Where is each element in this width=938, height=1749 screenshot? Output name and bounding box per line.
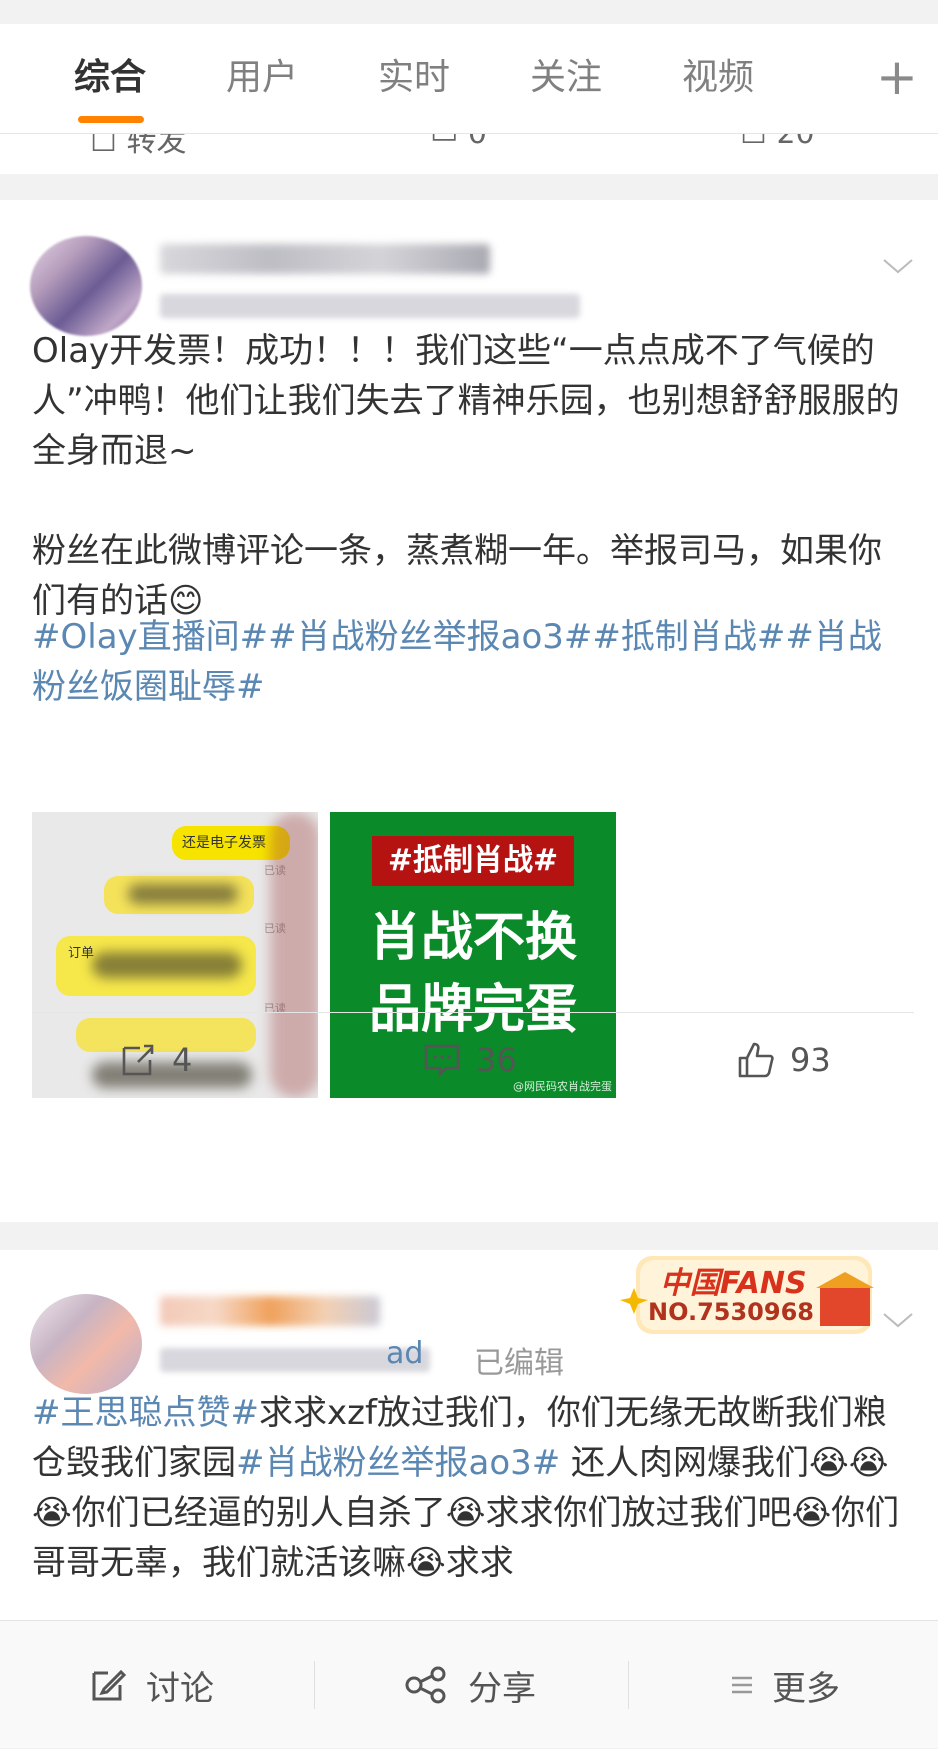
avatar[interactable] [30, 236, 142, 336]
separator [628, 1661, 629, 1709]
tab-comprehensive[interactable]: 综合 [74, 58, 146, 98]
post-card: ad 已编辑 中国FANS NO.7530968 #王思聪点赞#求求xzf放过我… [0, 1250, 938, 1620]
share-button[interactable]: 分享 [404, 1621, 536, 1749]
menu-icon [732, 1676, 752, 1694]
like-icon: ☐ [740, 134, 767, 151]
post-meta [160, 294, 580, 318]
image-line-2: 品牌完蛋 [368, 980, 577, 1040]
edited-label: 已编辑 [474, 1346, 564, 1381]
like-count: 20 [776, 134, 814, 151]
comment-count: 36 [476, 1041, 517, 1079]
image-line-1: 肖战不换 [368, 908, 577, 968]
post-source: ad [386, 1336, 424, 1371]
china-fans-badge[interactable]: 中国FANS NO.7530968 [620, 1250, 880, 1340]
bottom-action-bar: 讨论 分享 更多 [0, 1620, 938, 1748]
previous-post-actions: ☐ 转发 ▭ 0 ☐ 20 [0, 134, 938, 174]
post-card: Olay开发票！成功！！！我们这些“一点点成不了气候的人”冲鸭！他们让我们失去了… [0, 200, 938, 1222]
image-banner: #抵制肖战# [372, 836, 574, 886]
comment-icon [424, 1044, 460, 1078]
like-button[interactable]: ☐ 20 [740, 134, 815, 151]
status-strip [0, 0, 938, 24]
tab-users[interactable]: 用户 [226, 58, 298, 98]
comment-button[interactable]: ▭ 0 [430, 134, 487, 151]
post-hashtags[interactable]: #Olay直播间##肖战粉丝举报ao3##抵制肖战##肖战粉丝饭圈耻辱# [32, 612, 914, 712]
badge-title: 中国FANS [660, 1266, 807, 1301]
thumbs-up-icon [738, 1042, 774, 1078]
edit-icon [92, 1669, 127, 1701]
post-body: Olay开发票！成功！！！我们这些“一点点成不了气候的人”冲鸭！他们让我们失去了… [32, 331, 900, 621]
comment-icon: ▭ [430, 134, 458, 151]
share-icon [405, 1666, 446, 1704]
image-watermark: @网民码农肖战完蛋 [513, 1080, 612, 1093]
tab-realtime[interactable]: 实时 [378, 58, 450, 98]
divider [32, 1012, 914, 1013]
badge-number: NO.7530968 [648, 1298, 814, 1326]
chevron-down-icon[interactable] [882, 1304, 914, 1336]
separator [314, 1661, 315, 1709]
like-count: 93 [790, 1041, 831, 1079]
discuss-label: 讨论 [146, 1668, 214, 1709]
active-tab-indicator [78, 116, 144, 123]
more-label: 更多 [772, 1668, 840, 1709]
search-tab-bar: 综合 用户 实时 关注 视频 + [0, 24, 938, 134]
comment-button[interactable]: 36 [422, 1030, 517, 1090]
hashtag-link[interactable]: #肖战粉丝举报ao3# [236, 1443, 560, 1483]
repost-button[interactable]: 4 [118, 1030, 192, 1090]
add-tab-button[interactable]: + [876, 52, 918, 102]
repost-button[interactable]: ☐ 转发 [90, 134, 186, 160]
avatar[interactable] [30, 1294, 142, 1394]
repost-count: 4 [172, 1041, 193, 1079]
username[interactable] [160, 1296, 380, 1326]
discuss-button[interactable]: 讨论 [88, 1621, 214, 1749]
like-button[interactable]: 93 [736, 1030, 831, 1090]
repost-icon: ☐ [90, 134, 117, 159]
hashtag-link[interactable]: #王思聪点赞# [32, 1393, 259, 1433]
share-label: 分享 [468, 1668, 536, 1709]
tab-following[interactable]: 关注 [530, 58, 602, 98]
repost-label: 转发 [126, 134, 187, 159]
chat-bubble-text: 还是电子发票 [182, 835, 266, 851]
comment-count: 0 [468, 134, 487, 151]
username[interactable] [160, 244, 490, 274]
more-button[interactable]: 更多 [730, 1621, 840, 1749]
order-label: 订单 [68, 946, 95, 961]
repost-icon [122, 1044, 154, 1076]
tab-video[interactable]: 视频 [682, 58, 754, 98]
chevron-down-icon[interactable] [882, 250, 914, 282]
post-body: #王思聪点赞#求求xzf放过我们，你们无缘无故断我们粮仓毁我们家园#肖战粉丝举报… [32, 1388, 914, 1588]
